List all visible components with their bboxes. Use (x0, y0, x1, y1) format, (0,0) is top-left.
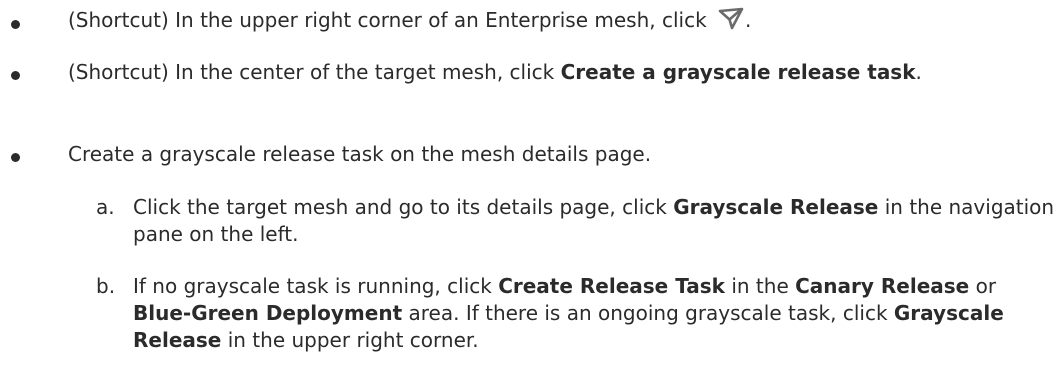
bullet-marker (11, 71, 20, 80)
bullet-marker (11, 153, 20, 162)
sub-list-item: a. Click the target mesh and go to its d… (0, 194, 1060, 250)
send-icon (717, 7, 745, 38)
ui-term-grayscale-release: Grayscale Release (673, 195, 879, 219)
sub-step-marker: b. (96, 274, 116, 298)
list-item-text: (Shortcut) In the center of the target m… (68, 59, 1053, 86)
step-text: Click the target mesh and go to its deta… (133, 195, 674, 219)
sub-step-text: Click the target mesh and go to its deta… (133, 194, 1058, 248)
list-item: (Shortcut) In the upper right corner of … (0, 7, 1060, 37)
step-text: in the upper right corner. (221, 328, 479, 352)
step-text: in the (724, 274, 796, 298)
ui-term-canary-release: Canary Release (795, 274, 970, 298)
sub-step-marker: a. (96, 195, 115, 219)
sub-step-text: If no grayscale task is running, click C… (133, 273, 1058, 354)
list-item: Create a grayscale release task on the m… (0, 141, 1060, 171)
step-text-end: . (915, 60, 922, 84)
ui-term-create-grayscale-release-task: Create a grayscale release task (560, 60, 916, 84)
step-text-end: . (745, 8, 752, 32)
bullet-marker (11, 20, 20, 29)
sub-list-item: b. If no grayscale task is running, clic… (0, 273, 1060, 357)
ui-term-create-release-task: Create Release Task (498, 274, 725, 298)
ui-term-blue-green-deployment: Blue-Green Deployment (133, 301, 403, 325)
list-item-text: (Shortcut) In the upper right corner of … (68, 7, 1058, 38)
step-text: (Shortcut) In the upper right corner of … (68, 8, 714, 32)
list-item: (Shortcut) In the center of the target m… (0, 59, 1060, 115)
step-text: or (969, 274, 997, 298)
step-text: area. If there is an ongoing grayscale t… (402, 301, 894, 325)
step-text: (Shortcut) In the center of the target m… (68, 60, 561, 84)
step-text: If no grayscale task is running, click (133, 274, 499, 298)
list-item-text: Create a grayscale release task on the m… (68, 142, 652, 166)
